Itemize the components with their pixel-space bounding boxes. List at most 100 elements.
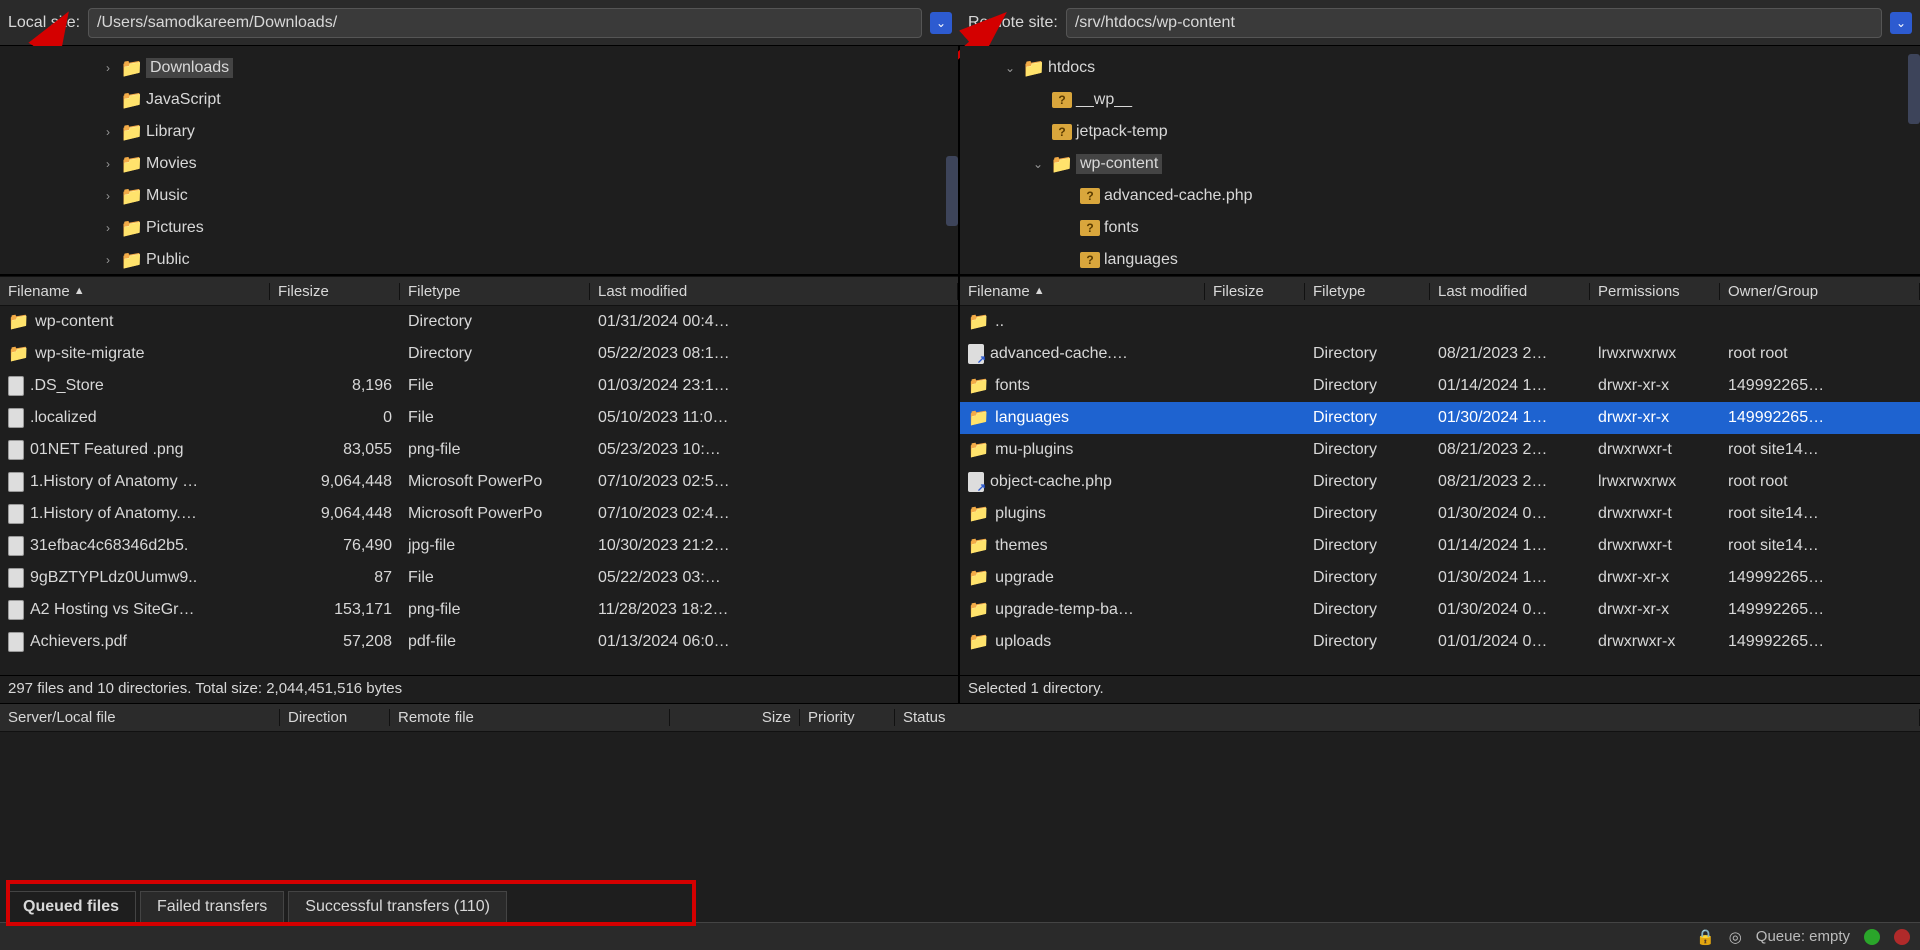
file-type: Directory [1305,345,1430,363]
file-perm: lrwxrwxrwx [1590,345,1720,363]
tree-item[interactable]: ›Music [0,180,958,212]
file-mod: 10/30/2023 21:2… [590,537,958,555]
tree-item[interactable]: ?advanced-cache.php [960,180,1920,212]
file-row[interactable]: 01NET Featured .png83,055png-file05/23/2… [0,434,958,466]
local-site-dropdown-icon[interactable]: ⌄ [930,12,952,34]
remote-status-line: Selected 1 directory. [960,675,1920,703]
status-bar: Queue: empty [0,922,1920,950]
file-row[interactable]: .. [960,306,1920,338]
remote-file-list[interactable]: ..advanced-cache.…Directory08/21/2023 2…… [960,306,1920,675]
file-row[interactable]: wp-contentDirectory01/31/2024 00:4… [0,306,958,338]
file-size: 0 [270,409,400,427]
tree-item[interactable]: › Library [0,116,958,148]
lock-icon[interactable] [1696,928,1715,946]
tree-item[interactable]: JavaScript [0,84,958,116]
file-mod: 01/30/2024 0… [1430,505,1590,523]
file-row[interactable]: advanced-cache.…Directory08/21/2023 2…lr… [960,338,1920,370]
file-row[interactable]: .localized0File05/10/2023 11:0… [0,402,958,434]
tree-item[interactable]: ›Pictures [0,212,958,244]
file-row[interactable]: pluginsDirectory01/30/2024 0…drwxrwxr-tr… [960,498,1920,530]
queue-header: Server/Local file Direction Remote file … [0,704,1920,732]
tree-item[interactable]: ⌄wp-content [960,148,1920,180]
file-icon [8,504,24,524]
remote-tree[interactable]: ⌄ htdocs ?__wp__?jetpack-temp⌄wp-content?a… [960,46,1920,276]
remote-site-path-input[interactable] [1066,8,1882,38]
file-row[interactable]: Achievers.pdf57,208pdf-file01/13/2024 06… [0,626,958,658]
file-row[interactable]: 1.History of Anatomy …9,064,448Microsoft… [0,466,958,498]
splitter-handle[interactable] [946,156,958,226]
remote-col-filetype[interactable]: Filetype [1305,283,1430,300]
activity-icon[interactable] [1729,928,1742,946]
remote-site-label: Remote site: [968,14,1058,32]
tab-failed-transfers[interactable]: Failed transfers [140,891,284,922]
file-row[interactable]: 1.History of Anatomy.…9,064,448Microsoft… [0,498,958,530]
remote-col-permissions[interactable]: Permissions [1590,283,1720,300]
local-col-filesize[interactable]: Filesize [270,283,400,300]
tree-item[interactable]: › Movies [0,148,958,180]
file-perm: drwxrwxr-t [1590,505,1720,523]
file-row[interactable]: fontsDirectory01/14/2024 1…drwxr-xr-x149… [960,370,1920,402]
queue-col-remotefile[interactable]: Remote file [390,709,670,726]
tree-item[interactable]: ?languages [960,244,1920,276]
file-row[interactable]: 31efbac4c68346d2b5.76,490jpg-file10/30/2… [0,530,958,562]
file-row[interactable]: A2 Hosting vs SiteGr…153,171png-file11/2… [0,594,958,626]
local-col-modified[interactable]: Last modified [590,283,958,300]
local-tree[interactable]: ›DownloadsJavaScript › Library › Movies ›Musi… [0,46,958,276]
queue-col-direction[interactable]: Direction [280,709,390,726]
file-row[interactable]: themesDirectory01/14/2024 1…drwxrwxr-tro… [960,530,1920,562]
file-row[interactable]: uploadsDirectory01/01/2024 0…drwxrwxr-x1… [960,626,1920,658]
file-row[interactable]: 9gBZTYPLdz0Uumw9..87File05/22/2023 03:… [0,562,958,594]
tree-item-label: htdocs [1048,59,1095,77]
tree-item[interactable]: ›Downloads [0,52,958,84]
queue-col-priority[interactable]: Priority [800,709,895,726]
tree-item[interactable]: ⌄ htdocs [960,52,1920,84]
tree-item[interactable]: ?__wp__ [960,84,1920,116]
queue-body[interactable] [0,732,1920,882]
file-row[interactable]: .DS_Store8,196File01/03/2024 23:1… [0,370,958,402]
local-site-path-input[interactable] [88,8,922,38]
local-file-list[interactable]: wp-contentDirectory01/31/2024 00:4…wp-si… [0,306,958,675]
remote-col-modified[interactable]: Last modified [1430,283,1590,300]
file-row[interactable]: object-cache.phpDirectory08/21/2023 2…lr… [960,466,1920,498]
file-row[interactable]: mu-pluginsDirectory08/21/2023 2…drwxrwxr… [960,434,1920,466]
tree-item-label: Library [146,123,195,141]
splitter-handle[interactable] [1908,54,1920,124]
remote-col-filename[interactable]: Filename▲ [960,283,1205,300]
tab-successful-transfers[interactable]: Successful transfers (110) [288,891,507,922]
tree-item-label: __wp__ [1076,91,1132,109]
remote-col-filesize[interactable]: Filesize [1205,283,1305,300]
queue-col-status[interactable]: Status [895,709,1920,726]
disclosure-icon[interactable]: › [98,157,118,171]
disclosure-icon[interactable]: ⌄ [1028,157,1048,171]
disclosure-icon[interactable]: › [98,61,118,75]
local-col-filetype[interactable]: Filetype [400,283,590,300]
remote-col-owner[interactable]: Owner/Group [1720,283,1920,300]
folder-icon [120,218,144,239]
tree-item-label: Movies [146,155,197,173]
remote-site-dropdown-icon[interactable]: ⌄ [1890,12,1912,34]
file-size: 87 [270,569,400,587]
disclosure-icon[interactable]: › [98,189,118,203]
queue-col-size[interactable]: Size [670,709,800,726]
local-pane: ›DownloadsJavaScript › Library › Movies ›Musi… [0,46,960,703]
local-col-filename[interactable]: Filename▲ [0,283,270,300]
tree-item[interactable]: ?jetpack-temp [960,116,1920,148]
file-row[interactable]: upgrade-temp-ba…Directory01/30/2024 0…dr… [960,594,1920,626]
disclosure-icon[interactable]: › [98,125,118,139]
tree-item[interactable]: ›Public [0,244,958,276]
tree-item[interactable]: ?fonts [960,212,1920,244]
file-row[interactable]: wp-site-migrateDirectory05/22/2023 08:1… [0,338,958,370]
file-own: 149992265… [1720,633,1920,651]
file-perm: drwxrwxr-t [1590,441,1720,459]
disclosure-icon[interactable]: › [98,221,118,235]
queue-col-localfile[interactable]: Server/Local file [0,709,280,726]
file-icon [8,472,24,492]
file-name: themes [995,537,1047,555]
tab-queued-files[interactable]: Queued files [6,891,136,922]
disclosure-icon[interactable]: › [98,253,118,267]
file-row[interactable]: languagesDirectory01/30/2024 1…drwxr-xr-… [960,402,1920,434]
file-name: A2 Hosting vs SiteGr… [30,601,195,619]
disclosure-icon[interactable]: ⌄ [1000,61,1020,75]
file-row[interactable]: upgradeDirectory01/30/2024 1…drwxr-xr-x1… [960,562,1920,594]
folder-icon [968,440,989,460]
